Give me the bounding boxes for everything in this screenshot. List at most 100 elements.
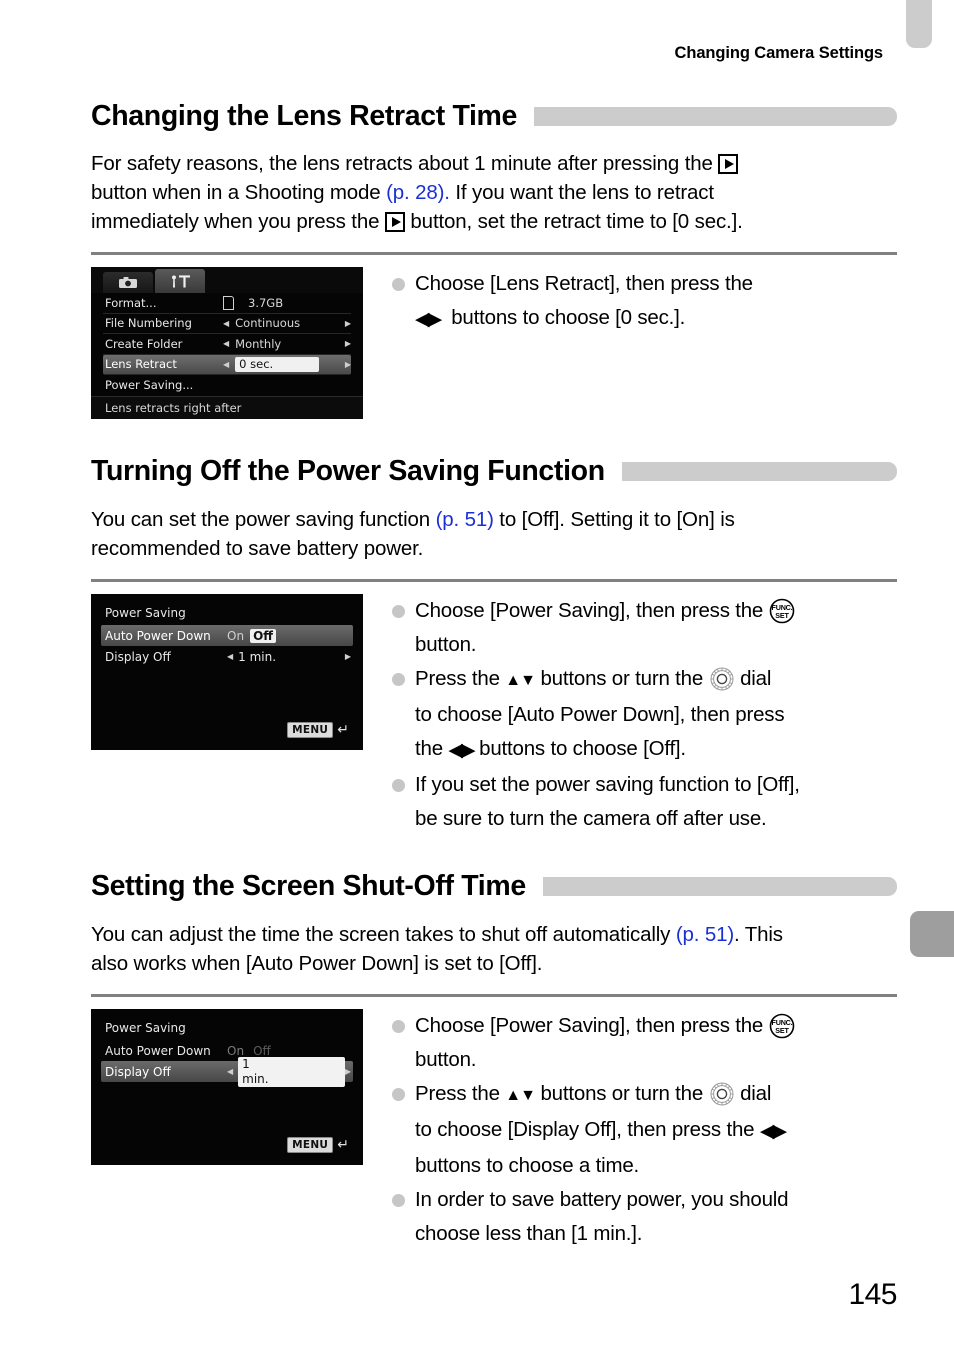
bullet-dot-icon bbox=[392, 779, 405, 792]
left-arrow-icon[interactable]: ◀ bbox=[223, 360, 229, 369]
heading-bar bbox=[621, 461, 897, 481]
menu-row-power-saving[interactable]: Power Saving... bbox=[103, 375, 351, 395]
bullet-segment: button. bbox=[415, 633, 477, 656]
bullet-text: Press the ▲▼ buttons or turn the dial to… bbox=[415, 662, 897, 768]
right-arrow-icon[interactable]: ▶ bbox=[345, 339, 351, 348]
svg-text:SET: SET bbox=[775, 1026, 789, 1035]
camera-screen-power-saving-2: Power Saving Auto Power Down On Off Disp… bbox=[91, 1009, 363, 1165]
ps-row-auto-power-down[interactable]: Auto Power Down On Off bbox=[101, 625, 353, 646]
up-down-arrows-icon: ▲▼ bbox=[505, 672, 536, 689]
section-title: Changing the Lens Retract Time bbox=[91, 99, 518, 132]
bullet-text: If you set the power saving function to … bbox=[415, 768, 897, 836]
camera-screen-settings-menu: Format... 3.7GB File Numbering ◀ Continu… bbox=[91, 267, 363, 419]
menu-return-badge[interactable]: MENU ↵ bbox=[287, 722, 349, 738]
left-right-arrows-icon: ◀▶ bbox=[415, 309, 442, 330]
body-text: If you want the lens to retract bbox=[449, 181, 714, 204]
heading-bar bbox=[534, 106, 897, 126]
bullet-segment: Choose [Power Saving], then press the bbox=[415, 599, 764, 622]
tab-settings[interactable] bbox=[155, 269, 205, 293]
option-off[interactable]: Off bbox=[250, 1044, 274, 1058]
bullet-segment: Press the bbox=[415, 667, 500, 690]
func-set-button-icon: FUNC. SET bbox=[769, 1013, 794, 1039]
body-text: For safety reasons, the lens retracts ab… bbox=[91, 152, 719, 175]
left-right-arrows-icon: ◀▶ bbox=[759, 1121, 787, 1142]
instruction-column: Choose [Power Saving], then press the FU… bbox=[367, 1009, 897, 1251]
edge-index-tab-top bbox=[906, 0, 932, 48]
bullet-segment: the bbox=[415, 737, 443, 760]
menu-row-create-folder[interactable]: Create Folder ◀ Monthly ▶ bbox=[103, 334, 351, 355]
bullet-segment: to choose [Display Off], then press the bbox=[415, 1118, 755, 1141]
option-on[interactable]: On bbox=[227, 1044, 244, 1058]
menu-row-file-numbering[interactable]: File Numbering ◀ Continuous ▶ bbox=[103, 314, 351, 334]
bullet-dot-icon bbox=[392, 278, 405, 291]
body-text: recommended to save battery power. bbox=[91, 537, 424, 560]
bullet-text: Press the ▲▼ buttons or turn the dial to… bbox=[415, 1077, 897, 1183]
body-text: You can adjust the time the screen takes… bbox=[91, 923, 676, 946]
right-arrow-icon[interactable]: ▶ bbox=[345, 652, 351, 661]
body-text: button when in a Shooting mode bbox=[91, 181, 387, 204]
left-right-arrows-icon: ◀▶ bbox=[448, 740, 475, 761]
left-arrow-icon[interactable]: ◀ bbox=[223, 319, 229, 328]
section-3-body: You can adjust the time the screen takes… bbox=[91, 920, 897, 978]
option-on[interactable]: On bbox=[227, 629, 244, 643]
tab-shooting[interactable] bbox=[103, 272, 153, 293]
menu-row-label: File Numbering bbox=[105, 316, 192, 331]
menu-row-lens-retract[interactable]: Lens Retract ◀ 0 sec. ▶ bbox=[103, 354, 351, 375]
bullet-segment: buttons or turn the bbox=[540, 1082, 704, 1105]
page-reference-link[interactable]: (p. 51) bbox=[436, 508, 494, 531]
bullet-text: Choose [Power Saving], then press the FU… bbox=[415, 594, 897, 662]
page-reference-link[interactable]: (p. 51) bbox=[676, 923, 734, 946]
bullet-dot-icon bbox=[392, 1020, 405, 1033]
section-heading-lens-retract: Changing the Lens Retract Time bbox=[91, 95, 897, 137]
right-arrow-icon[interactable]: ▶ bbox=[345, 360, 351, 369]
screen-title: Power Saving bbox=[105, 1021, 186, 1035]
bullet-segment: Choose [Power Saving], then press the bbox=[415, 1014, 764, 1037]
right-arrow-icon[interactable]: ▶ bbox=[345, 319, 351, 328]
section-1-body: For safety reasons, the lens retracts ab… bbox=[91, 149, 897, 236]
instruction-bullet: Press the ▲▼ buttons or turn the dial to… bbox=[392, 1077, 897, 1183]
ps-row-label: Auto Power Down bbox=[105, 628, 211, 643]
body-text: button, set the retract time to [0 sec.]… bbox=[404, 210, 743, 233]
bullet-text: In order to save battery power, you shou… bbox=[415, 1183, 897, 1251]
bullet-segment: dial bbox=[740, 667, 772, 690]
control-dial-icon bbox=[710, 667, 734, 691]
menu-tab-bar bbox=[91, 267, 363, 293]
menu-return-badge[interactable]: MENU ↵ bbox=[287, 1137, 349, 1153]
screen-title: Power Saving bbox=[105, 606, 186, 620]
ps-row-value-text: 1 min. bbox=[238, 649, 277, 664]
menu-row-label: Lens Retract bbox=[105, 357, 177, 372]
ps-row-display-off[interactable]: Display Off ◀ 1 min. ▶ bbox=[101, 1056, 353, 1087]
right-arrow-icon[interactable]: ▶ bbox=[345, 1067, 351, 1076]
power-saving-rows: Auto Power Down On Off Display Off ◀ 1 m… bbox=[91, 625, 363, 667]
bullet-segment: be sure to turn the camera off after use… bbox=[415, 807, 767, 830]
section-heading-power-saving: Turning Off the Power Saving Function bbox=[91, 450, 897, 492]
instruction-column: Choose [Power Saving], then press the FU… bbox=[367, 594, 897, 836]
edge-index-tab-current bbox=[910, 911, 954, 957]
instruction-bullet: Press the ▲▼ buttons or turn the dial to… bbox=[392, 662, 897, 768]
bullet-segment: In order to save battery power, you shou… bbox=[415, 1188, 789, 1211]
section-title: Turning Off the Power Saving Function bbox=[91, 454, 605, 487]
heading-bar bbox=[542, 876, 897, 896]
ps-row-value: On Off bbox=[227, 628, 353, 643]
menu-row-format[interactable]: Format... 3.7GB bbox=[103, 293, 351, 314]
ps-row-display-off[interactable]: Display Off ◀ 1 min. ▶ bbox=[101, 646, 353, 667]
divider-rule bbox=[91, 579, 897, 582]
left-arrow-icon[interactable]: ◀ bbox=[227, 1067, 233, 1076]
bullet-segment: to choose [Auto Power Down], then press bbox=[415, 703, 785, 726]
menu-row-value: ◀ Continuous ▶ bbox=[223, 316, 351, 330]
bullet-text: Choose [Power Saving], then press the FU… bbox=[415, 1009, 897, 1077]
step-block-lens-retract: Format... 3.7GB File Numbering ◀ Continu… bbox=[91, 267, 897, 419]
bullet-segment: buttons to choose a time. bbox=[415, 1154, 640, 1177]
left-arrow-icon[interactable]: ◀ bbox=[223, 339, 229, 348]
page-reference-link[interactable]: (p. 28). bbox=[386, 181, 450, 204]
bullet-dot-icon bbox=[392, 673, 405, 686]
menu-row-label: Create Folder bbox=[105, 336, 183, 351]
ps-row-label: Auto Power Down bbox=[105, 1043, 211, 1058]
menu-badge-label: MENU bbox=[287, 1137, 334, 1153]
left-arrow-icon[interactable]: ◀ bbox=[227, 652, 233, 661]
bullet-segment: button. bbox=[415, 1048, 477, 1071]
camera-icon bbox=[119, 277, 137, 288]
instruction-bullet: In order to save battery power, you shou… bbox=[392, 1183, 897, 1251]
instruction-column: Choose [Lens Retract], then press the ◀▶… bbox=[367, 267, 897, 337]
option-off-selected[interactable]: Off bbox=[250, 628, 276, 643]
